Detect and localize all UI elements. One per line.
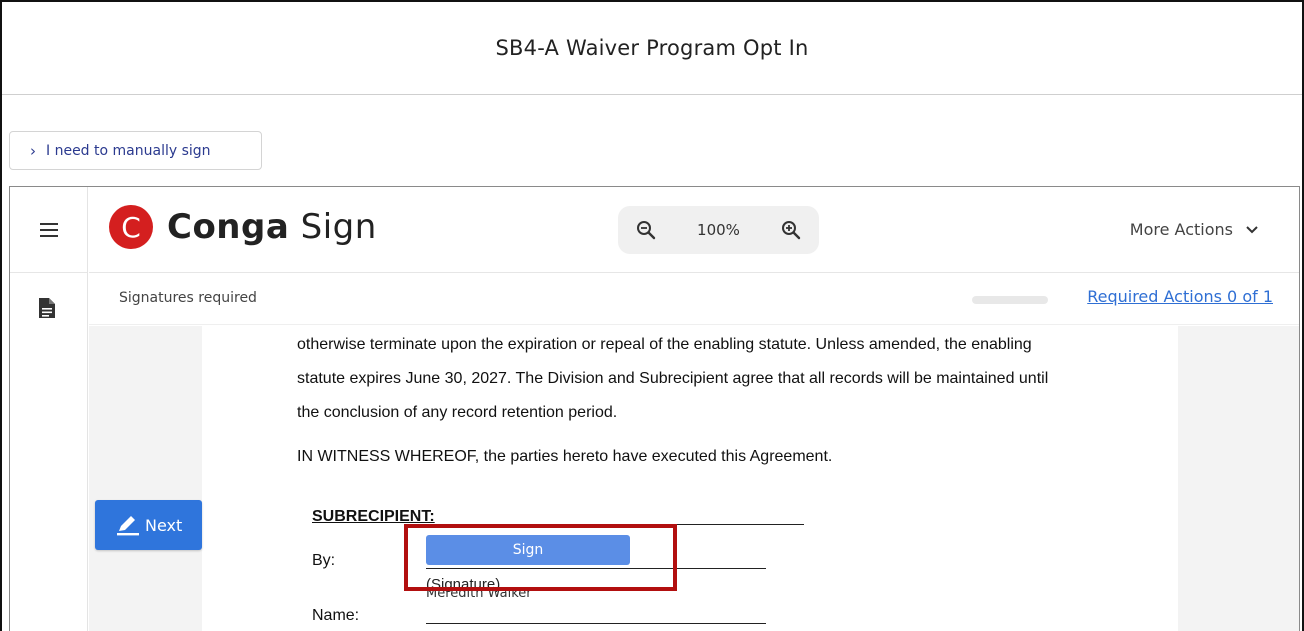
logo-wordmark: Conga Sign: [167, 207, 377, 247]
document-line: the conclusion of any record retention p…: [297, 404, 618, 421]
conga-sign-logo: C Conga Sign: [109, 205, 377, 249]
pencil-icon: [117, 516, 139, 536]
logo-mark: C: [109, 205, 153, 249]
left-rail: [10, 187, 88, 631]
zoom-out-icon[interactable]: [636, 220, 656, 240]
by-label: By:: [312, 552, 336, 569]
signature-line: [426, 568, 766, 569]
chevron-right-icon: ›: [30, 141, 36, 160]
conga-sign-app: C Conga Sign 100% More Actions Signature…: [9, 186, 1300, 631]
zoom-in-icon[interactable]: [781, 220, 801, 240]
sign-button[interactable]: Sign: [426, 535, 630, 565]
next-label: Next: [145, 515, 183, 535]
document-viewer: otherwise terminate upon the expiration …: [89, 326, 1299, 631]
document-line: otherwise terminate upon the expiration …: [297, 336, 1032, 353]
manual-sign-button[interactable]: › I need to manually sign: [9, 131, 262, 170]
document-page: otherwise terminate upon the expiration …: [202, 326, 1178, 631]
more-actions-label: More Actions: [1129, 220, 1233, 239]
zoom-level: 100%: [697, 221, 740, 239]
next-button[interactable]: Next: [95, 500, 202, 550]
name-line: [426, 623, 766, 624]
signer-name-value: Meredith Walker: [426, 586, 532, 601]
signatures-required-label: Signatures required: [119, 290, 257, 306]
subrecipient-heading: SUBRECIPIENT:: [312, 508, 435, 525]
status-bar: Signatures required Required Actions 0 o…: [89, 273, 1299, 325]
logo-brand: Conga: [167, 207, 290, 247]
required-actions-link[interactable]: Required Actions 0 of 1: [1087, 287, 1273, 306]
required-actions-progress-bar: [972, 296, 1048, 304]
chevron-down-icon: [1246, 225, 1258, 233]
hamburger-menu-icon[interactable]: [39, 222, 58, 237]
more-actions-menu[interactable]: More Actions: [1130, 220, 1259, 239]
document-icon[interactable]: [38, 297, 56, 319]
subrecipient-underline: [447, 524, 804, 525]
page-title: SB4-A Waiver Program Opt In: [495, 36, 809, 60]
logo-product: Sign: [300, 207, 377, 247]
zoom-control: 100%: [618, 206, 819, 254]
name-label: Name:: [312, 607, 360, 624]
menu-cell: [10, 187, 87, 273]
title-bar: SB4-A Waiver Program Opt In: [2, 2, 1302, 95]
document-line: statute expires June 30, 2027. The Divis…: [297, 370, 1049, 387]
manual-sign-label: I need to manually sign: [46, 142, 211, 159]
witness-line: IN WITNESS WHEREOF, the parties hereto h…: [297, 448, 833, 465]
app-header: C Conga Sign 100% More Actions: [89, 187, 1299, 273]
